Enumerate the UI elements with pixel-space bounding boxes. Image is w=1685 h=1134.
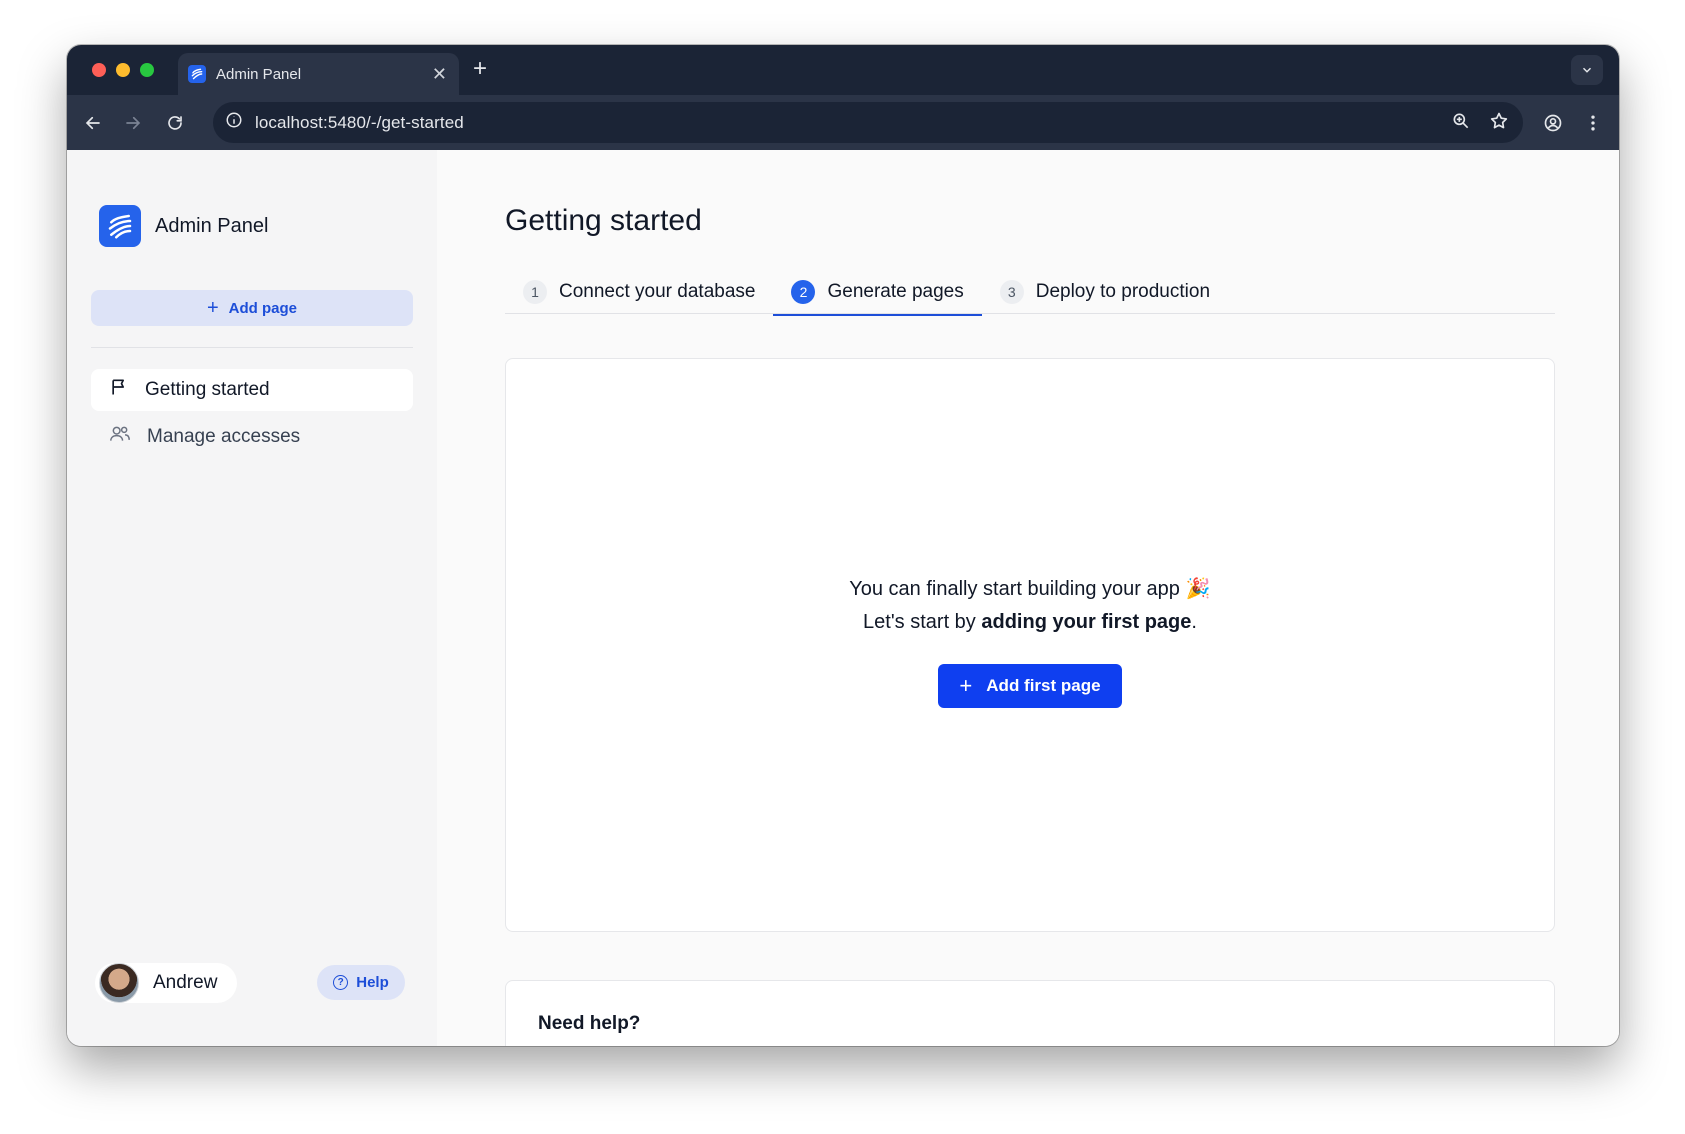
add-page-label: Add page xyxy=(228,299,298,317)
step-generate-pages[interactable]: 2 Generate pages xyxy=(773,270,983,316)
step-label: Deploy to production xyxy=(1035,281,1211,302)
sidebar-item-getting-started[interactable]: Getting started xyxy=(91,369,413,411)
profile-icon[interactable] xyxy=(1541,111,1565,135)
main-content: Getting started 1 Connect your database … xyxy=(437,150,1619,1046)
back-icon[interactable] xyxy=(81,111,105,135)
browser-toolbar: localhost:5480/-/get-started xyxy=(67,95,1619,150)
url-text: localhost:5480/-/get-started xyxy=(255,112,464,132)
browser-tab[interactable]: Admin Panel ✕ xyxy=(178,53,459,95)
add-page-button[interactable]: + Add page xyxy=(91,290,413,326)
tab-search-button[interactable] xyxy=(1571,55,1603,85)
empty-state-line1: You can finally start building your app xyxy=(849,578,1180,600)
users-icon xyxy=(109,424,131,450)
step-number: 2 xyxy=(791,280,816,304)
maximize-window-button[interactable] xyxy=(140,63,154,77)
line2-prefix: Let's start by xyxy=(863,611,982,633)
empty-state-submessage: Let's start by adding your first page. xyxy=(506,611,1554,634)
help-circle-icon: ? xyxy=(333,975,349,990)
user-name: Andrew xyxy=(153,972,218,993)
empty-state-card: You can finally start building your app 🎉… xyxy=(505,358,1555,932)
sidebar-divider xyxy=(91,347,413,348)
flag-icon xyxy=(109,377,129,403)
step-connect-database[interactable]: 1 Connect your database xyxy=(505,270,773,314)
favicon-icon xyxy=(188,65,206,83)
close-tab-icon[interactable]: ✕ xyxy=(432,65,447,83)
line2-bold: adding your first page xyxy=(981,611,1192,633)
browser-window: Admin Panel ✕ + localhost:5480/-/get-sta… xyxy=(67,45,1619,1046)
empty-state-message: You can finally start building your app 🎉 xyxy=(506,576,1554,601)
forward-icon[interactable] xyxy=(121,111,145,135)
cta-label: Add first page xyxy=(986,676,1101,695)
plus-icon: + xyxy=(206,296,219,319)
sidebar-item-label: Getting started xyxy=(145,379,270,400)
brand-name: Admin Panel xyxy=(155,214,269,237)
address-bar[interactable]: localhost:5480/-/get-started xyxy=(213,102,1523,143)
app-root: Admin Panel + Add page Getting started M… xyxy=(67,150,1619,1046)
help-button[interactable]: ? Help xyxy=(317,965,405,1000)
site-info-icon[interactable] xyxy=(225,111,243,134)
browser-menu-icon[interactable] xyxy=(1581,111,1605,135)
sidebar-item-label: Manage accesses xyxy=(147,426,301,447)
step-deploy-production[interactable]: 3 Deploy to production xyxy=(982,270,1228,314)
sidebar: Admin Panel + Add page Getting started M… xyxy=(67,150,437,1046)
bookmark-star-icon[interactable] xyxy=(1489,111,1509,136)
party-popper-icon: 🎉 xyxy=(1185,578,1211,600)
close-window-button[interactable] xyxy=(92,63,106,77)
avatar xyxy=(99,963,139,1003)
new-tab-button[interactable]: + xyxy=(473,57,487,81)
step-label: Generate pages xyxy=(827,281,964,302)
plus-icon: + xyxy=(959,673,973,698)
help-card-title: Need help? xyxy=(538,1013,641,1034)
sidebar-item-manage-accesses[interactable]: Manage accesses xyxy=(91,416,413,458)
reload-icon[interactable] xyxy=(163,111,187,135)
browser-tabstrip: Admin Panel ✕ + xyxy=(67,45,1619,95)
step-number: 3 xyxy=(999,280,1024,304)
steps-tabs: 1 Connect your database 2 Generate pages… xyxy=(505,270,1555,316)
step-label: Connect your database xyxy=(559,281,756,302)
step-number: 1 xyxy=(523,280,547,304)
help-label: Help xyxy=(356,974,389,991)
minimize-window-button[interactable] xyxy=(116,63,130,77)
page-title: Getting started xyxy=(505,204,702,237)
brand[interactable]: Admin Panel xyxy=(99,205,268,247)
line2-suffix: . xyxy=(1191,611,1197,633)
zoom-icon[interactable] xyxy=(1451,111,1471,136)
help-card: Need help? xyxy=(505,980,1555,1046)
tab-title: Admin Panel xyxy=(216,65,302,83)
add-first-page-button[interactable]: + Add first page xyxy=(938,664,1122,708)
user-menu[interactable]: Andrew xyxy=(95,963,238,1003)
brand-logo-icon xyxy=(99,205,141,247)
